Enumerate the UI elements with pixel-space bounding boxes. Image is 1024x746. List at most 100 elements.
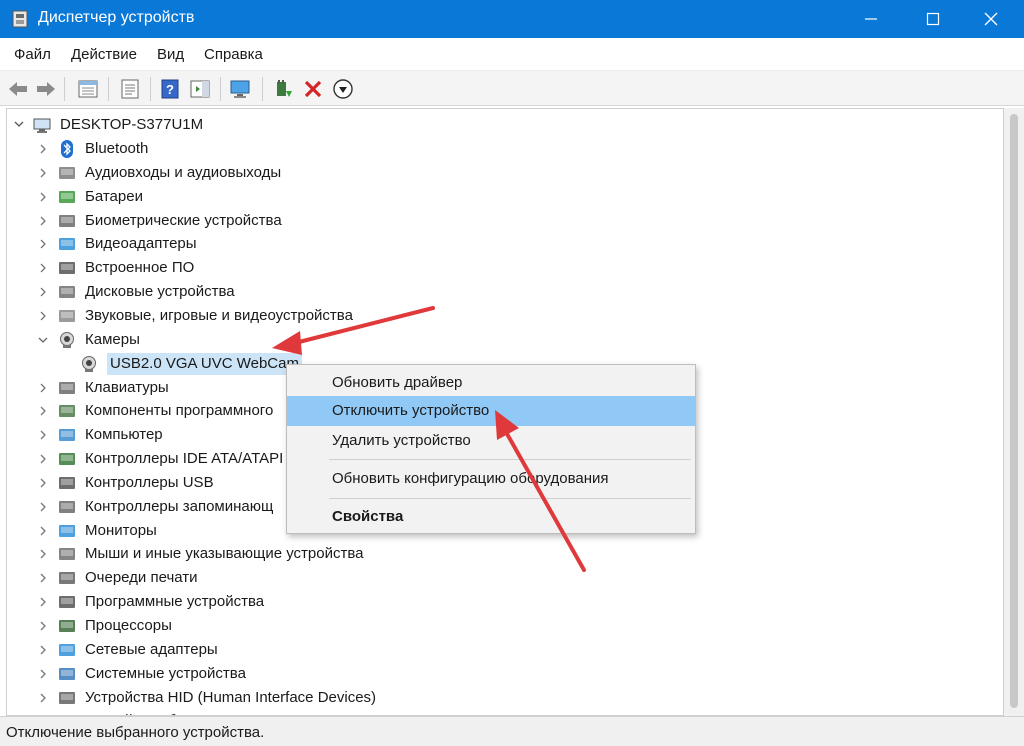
chevron-right-icon[interactable] <box>37 305 49 327</box>
chevron-right-icon[interactable] <box>37 138 49 160</box>
menu-update-driver[interactable]: Обновить драйвер <box>287 368 695 398</box>
tree-category[interactable]: Сетевые адаптеры <box>7 639 997 661</box>
ide-controller-icon <box>58 450 76 468</box>
sound-icon <box>58 307 76 325</box>
back-icon[interactable] <box>6 77 30 101</box>
chevron-right-icon[interactable] <box>37 377 49 399</box>
chevron-right-icon[interactable] <box>37 496 49 518</box>
chevron-right-icon[interactable] <box>37 448 49 470</box>
menu-action[interactable]: Действие <box>71 46 137 63</box>
tree-category[interactable]: Аудиовходы и аудиовыходы <box>7 162 997 184</box>
uninstall-icon[interactable] <box>301 77 325 101</box>
software-component-icon <box>58 402 76 420</box>
tree-category[interactable]: Системные устройства <box>7 663 997 685</box>
chevron-right-icon[interactable] <box>37 400 49 422</box>
properties-icon[interactable] <box>118 77 142 101</box>
tree-category-label: Программные устройства <box>85 593 265 611</box>
tree-category[interactable]: Очереди печати <box>7 567 997 589</box>
show-hide-tree-icon[interactable] <box>76 77 100 101</box>
tree-category-label: Биометрические устройства <box>85 211 282 229</box>
tree-category[interactable]: Процессоры <box>7 615 997 637</box>
tree-category-label: Клавиатуры <box>85 378 169 396</box>
menu-disable-device[interactable]: Отключить устройство <box>287 396 695 426</box>
chevron-right-icon[interactable] <box>37 210 49 232</box>
scrollbar-thumb[interactable] <box>1010 114 1018 708</box>
tree-category-label: Мыши и иные указывающие устройства <box>85 545 364 563</box>
chevron-down-icon[interactable] <box>37 329 49 351</box>
chevron-right-icon[interactable] <box>37 663 49 685</box>
vertical-scrollbar[interactable] <box>1004 108 1024 716</box>
firmware-icon <box>58 259 76 277</box>
help-icon[interactable]: ? <box>158 77 182 101</box>
monitor-scan-icon[interactable] <box>228 77 252 101</box>
printer-icon <box>58 569 76 587</box>
chevron-right-icon[interactable] <box>37 186 49 208</box>
tree-category-label: Камеры <box>85 330 140 348</box>
keyboard-icon <box>58 379 76 397</box>
network-adapter-icon <box>58 641 76 659</box>
tree-category[interactable]: Звуковые, игровые и видеоустройства <box>7 305 997 327</box>
chevron-right-icon[interactable] <box>37 257 49 279</box>
menu-scan-hardware[interactable]: Обновить конфигурацию оборудования <box>287 464 695 494</box>
tree-category-label: Компьютер <box>85 426 163 444</box>
fingerprint-icon <box>58 212 76 230</box>
chevron-right-icon[interactable] <box>37 233 49 255</box>
tree-category-label: Системные устройства <box>85 664 246 682</box>
tree-category[interactable]: Встроенное ПО <box>7 257 997 279</box>
toolbar-separator <box>64 77 65 101</box>
chevron-right-icon[interactable] <box>37 687 49 709</box>
forward-icon[interactable] <box>34 77 58 101</box>
tree-root[interactable]: DESKTOP-S377U1M <box>7 114 997 136</box>
tree-category-label: Звуковые, игровые и видеоустройства <box>85 306 353 324</box>
menu-properties[interactable]: Свойства <box>287 502 695 532</box>
chevron-right-icon[interactable] <box>37 520 49 542</box>
chevron-right-icon[interactable] <box>37 615 49 637</box>
context-menu: Обновить драйвер Отключить устройство Уд… <box>286 364 696 534</box>
chevron-down-icon[interactable] <box>13 114 25 136</box>
minimize-button[interactable] <box>848 0 894 38</box>
tree-category[interactable]: Камеры <box>7 329 997 351</box>
menu-help[interactable]: Справка <box>204 46 263 63</box>
tree-category-label: Очереди печати <box>85 569 198 587</box>
chevron-right-icon[interactable] <box>37 281 49 303</box>
close-button[interactable] <box>968 0 1014 38</box>
menu-uninstall-device[interactable]: Удалить устройство <box>287 426 695 456</box>
disable-icon[interactable] <box>331 77 355 101</box>
tree-category[interactable]: Программные устройства <box>7 591 997 613</box>
toolbar-separator <box>220 77 221 101</box>
update-driver-icon[interactable] <box>272 77 296 101</box>
tree-category[interactable]: Биометрические устройства <box>7 210 997 232</box>
device-manager-icon <box>12 10 28 28</box>
menu-view[interactable]: Вид <box>157 46 184 63</box>
camera-icon <box>58 331 76 349</box>
chevron-right-icon[interactable] <box>37 162 49 184</box>
toolbar: ? <box>0 70 1024 106</box>
chevron-right-icon[interactable] <box>37 567 49 589</box>
menu-file[interactable]: Файл <box>14 46 51 63</box>
chevron-right-icon[interactable] <box>37 472 49 494</box>
tree-category[interactable]: Видеоадаптеры <box>7 233 997 255</box>
speaker-icon <box>58 164 76 182</box>
action-pane-icon[interactable] <box>188 77 212 101</box>
tree-category[interactable]: Мыши и иные указывающие устройства <box>7 543 997 565</box>
tree-category-label: Аудиовходы и аудиовыходы <box>85 163 282 181</box>
tree-root-label: DESKTOP-S377U1M <box>60 116 204 133</box>
tree-category-label: Батареи <box>85 187 143 205</box>
software-device-icon <box>58 593 76 611</box>
usb-icon <box>58 474 76 492</box>
title-bar: Диспетчер устройств <box>0 0 1024 38</box>
chevron-right-icon[interactable] <box>37 543 49 565</box>
storage-controller-icon <box>58 498 76 516</box>
tree-category[interactable]: Bluetooth <box>7 138 997 160</box>
monitor-icon <box>58 522 76 540</box>
tree-category[interactable]: Батареи <box>7 186 997 208</box>
chevron-right-icon[interactable] <box>37 591 49 613</box>
maximize-button[interactable] <box>910 0 956 38</box>
svg-text:?: ? <box>166 82 174 97</box>
tree-category[interactable]: Устройства HID (Human Interface Devices) <box>7 687 997 709</box>
mouse-icon <box>58 545 76 563</box>
tree-category[interactable]: Дисковые устройства <box>7 281 997 303</box>
status-bar: Отключение выбранного устройства. <box>0 716 1024 746</box>
chevron-right-icon[interactable] <box>37 424 49 446</box>
chevron-right-icon[interactable] <box>37 639 49 661</box>
